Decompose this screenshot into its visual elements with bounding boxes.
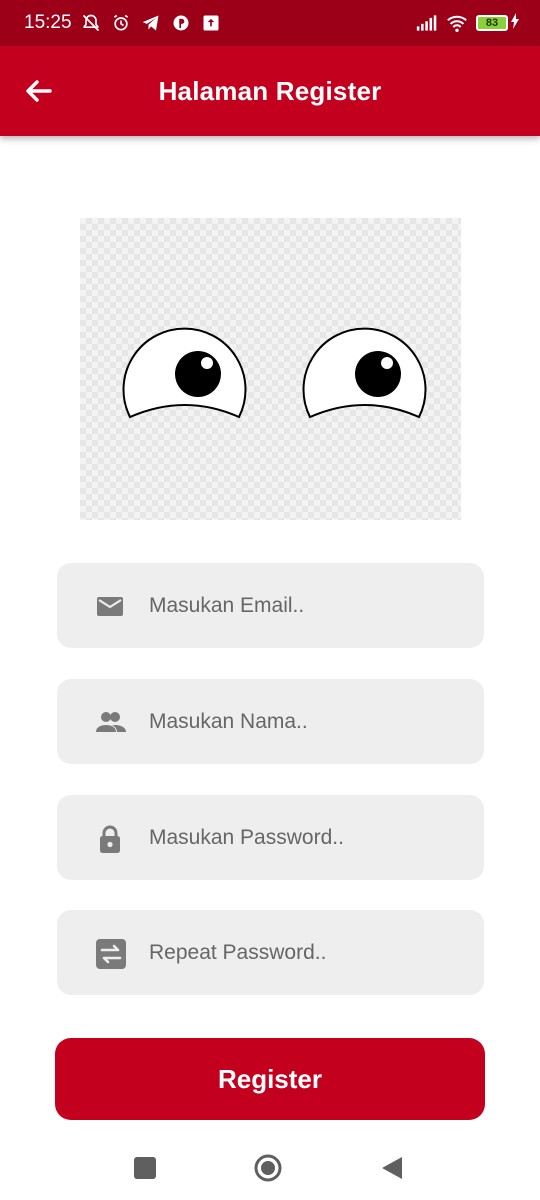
right-eye [302, 327, 427, 419]
people-icon [95, 707, 126, 737]
home-button[interactable] [253, 1153, 283, 1183]
cartoon-eyes-illustration [80, 218, 461, 520]
recents-button[interactable] [130, 1153, 160, 1183]
password-placeholder: Masukan Password.. [149, 825, 344, 849]
circle-icon [254, 1154, 282, 1182]
email-field[interactable]: Masukan Email.. [57, 563, 484, 648]
name-placeholder: Masukan Nama.. [149, 709, 308, 733]
nav-back-button[interactable] [376, 1153, 406, 1183]
square-icon [134, 1157, 156, 1179]
battery-indicator: 83 [476, 12, 520, 34]
signal-icon [416, 12, 438, 34]
eyes-image [122, 327, 427, 419]
name-field[interactable]: Masukan Nama.. [57, 679, 484, 764]
notification-off-icon [80, 12, 102, 34]
password-field[interactable]: Masukan Password.. [57, 795, 484, 880]
register-button[interactable]: Register [55, 1038, 485, 1120]
page-title: Halaman Register [158, 75, 382, 106]
status-left: 15:25 [24, 12, 222, 34]
swap-icon [95, 938, 126, 969]
lock-icon [95, 823, 125, 853]
charging-icon [510, 12, 520, 34]
wifi-icon [446, 12, 468, 34]
repeat-password-field[interactable]: Repeat Password.. [57, 910, 484, 995]
status-time: 15:25 [24, 12, 72, 33]
app-circle-icon [170, 12, 192, 34]
register-button-label: Register [217, 1063, 323, 1094]
left-eye [122, 327, 247, 419]
email-placeholder: Masukan Email.. [149, 593, 305, 617]
repeat-password-placeholder: Repeat Password.. [149, 940, 327, 964]
mail-icon [95, 591, 125, 621]
alarm-icon [110, 12, 132, 34]
triangle-back-icon [382, 1157, 402, 1179]
telegram-icon [140, 12, 162, 34]
back-button[interactable] [22, 77, 56, 105]
system-nav-bar [0, 1135, 540, 1200]
battery-level: 83 [476, 15, 508, 31]
upload-icon [200, 12, 222, 34]
status-bar: 15:25 83 [0, 0, 540, 46]
arrow-back-icon [26, 80, 52, 102]
status-right: 83 [416, 12, 520, 34]
app-bar: Halaman Register [0, 46, 540, 136]
